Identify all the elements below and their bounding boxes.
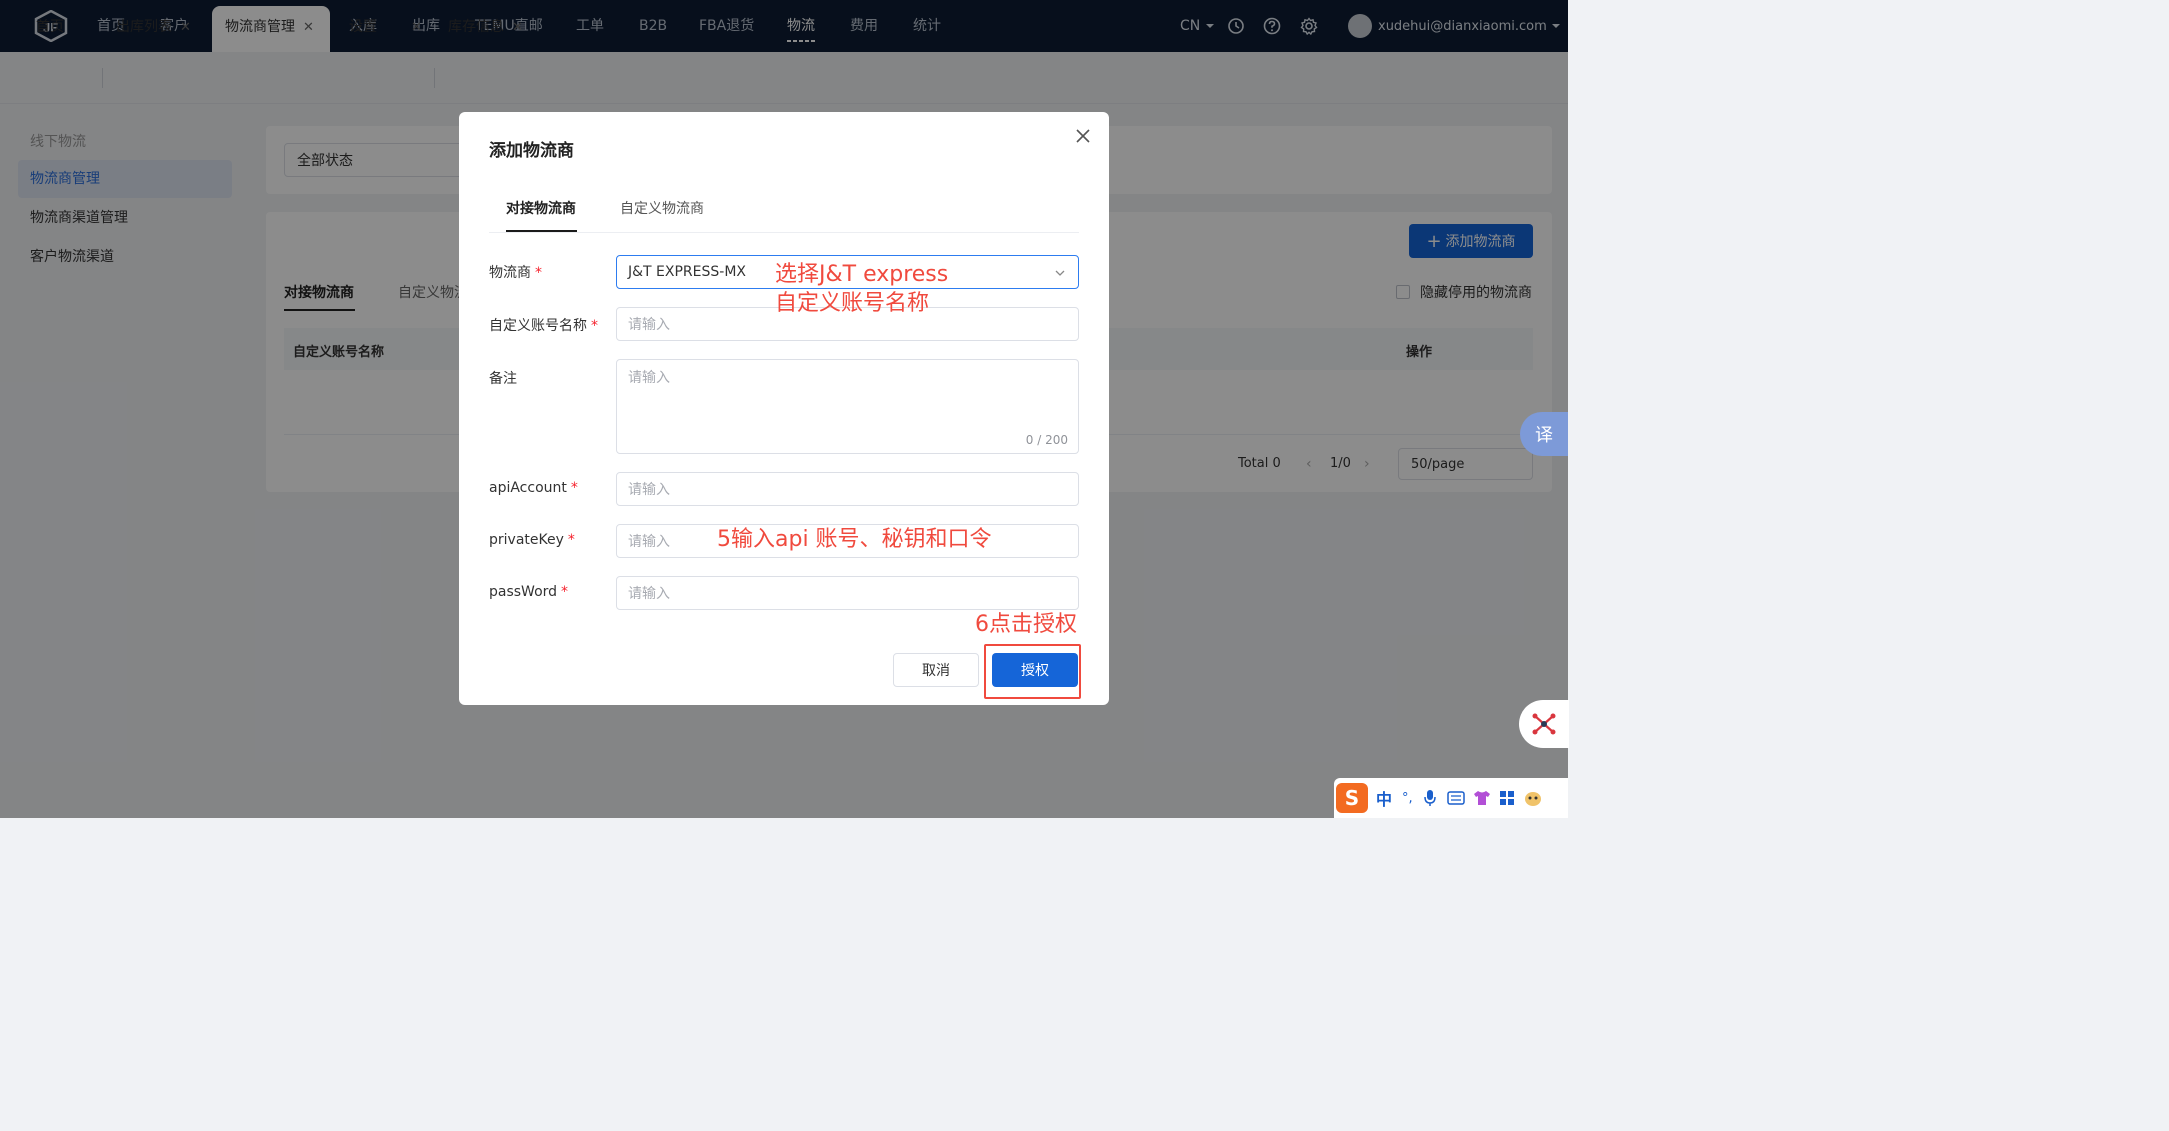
placeholder: 请输入 xyxy=(628,534,670,550)
add-carrier-dialog: 添加物流商 对接物流商 自定义物流商 物流商 * J&T EXPRESS-MX 自… xyxy=(459,112,1109,705)
mascot-icon[interactable] xyxy=(1523,789,1543,807)
tabs-divider xyxy=(489,232,1079,233)
tab-integrated-carrier[interactable]: 对接物流商 xyxy=(506,198,576,218)
account-name-label: 自定义账号名称 * xyxy=(489,315,598,335)
private-key-label: privateKey * xyxy=(489,532,575,548)
label-text: privateKey xyxy=(489,532,564,548)
translate-widget[interactable]: 译 xyxy=(1520,412,1568,456)
close-icon[interactable] xyxy=(1073,126,1093,146)
network-app-icon xyxy=(1532,713,1556,735)
ime-punctuation[interactable]: °, xyxy=(1402,791,1413,806)
required-mark: * xyxy=(591,318,598,334)
api-account-label: apiAccount * xyxy=(489,480,578,496)
translate-icon: 译 xyxy=(1535,425,1553,446)
active-tab-underline xyxy=(506,230,577,232)
sogou-logo-icon: S xyxy=(1336,783,1368,813)
password-input[interactable]: 请输入 xyxy=(616,576,1079,610)
highlight-box xyxy=(984,644,1081,699)
keyboard-icon[interactable] xyxy=(1446,791,1465,805)
skin-shirt-icon[interactable] xyxy=(1473,790,1491,806)
tab-custom-carrier[interactable]: 自定义物流商 xyxy=(620,198,704,218)
annotation-enter-credentials: 5输入api 账号、秘钥和口令 xyxy=(717,527,992,552)
placeholder: 请输入 xyxy=(628,370,670,386)
label-text: passWord xyxy=(489,584,558,600)
remark-label: 备注 xyxy=(489,371,517,387)
required-mark: * xyxy=(535,265,542,281)
annotation-account-name: 自定义账号名称 xyxy=(775,291,930,316)
remark-textarea[interactable]: 请输入 0 / 200 xyxy=(616,359,1079,454)
input-method-toolbar[interactable]: S 中 °, xyxy=(1334,778,1568,818)
char-counter: 0 / 200 xyxy=(1025,433,1068,447)
carrier-selected-value: J&T EXPRESS-MX xyxy=(628,264,746,280)
chevron-down-icon xyxy=(1055,270,1065,276)
placeholder: 请输入 xyxy=(628,586,670,602)
annotation-click-authorize: 6点击授权 xyxy=(975,612,1077,637)
microphone-icon[interactable] xyxy=(1423,789,1437,807)
api-account-input[interactable]: 请输入 xyxy=(616,472,1079,506)
dialog-title: 添加物流商 xyxy=(489,141,574,161)
floating-app-widget[interactable] xyxy=(1519,700,1569,748)
carrier-label: 物流商 * xyxy=(489,262,542,282)
password-label: passWord * xyxy=(489,584,568,600)
cancel-button[interactable]: 取消 xyxy=(893,653,979,687)
placeholder: 请输入 xyxy=(628,317,670,333)
label-text: 物流商 xyxy=(489,265,531,281)
required-mark: * xyxy=(570,480,578,496)
label-text: apiAccount xyxy=(489,480,567,496)
required-mark: * xyxy=(561,584,569,600)
toolbox-grid-icon[interactable] xyxy=(1499,790,1515,806)
label-text: 自定义账号名称 xyxy=(489,318,587,334)
placeholder: 请输入 xyxy=(628,482,670,498)
required-mark: * xyxy=(567,532,575,548)
annotation-select-carrier: 选择J&T express xyxy=(775,262,949,287)
ime-chinese-mode[interactable]: 中 xyxy=(1376,786,1392,810)
